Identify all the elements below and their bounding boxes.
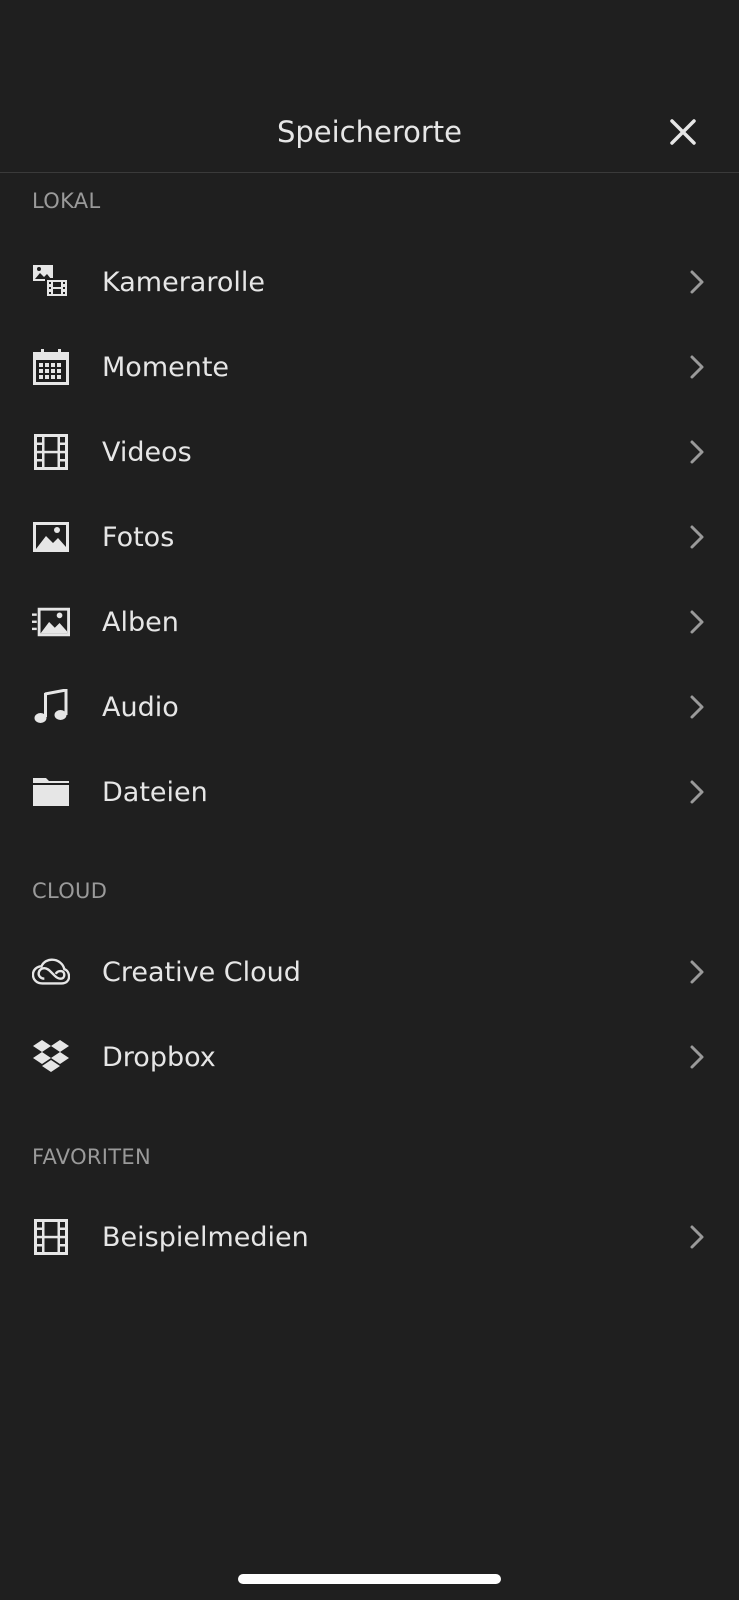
location-item-label: Audio xyxy=(102,691,179,723)
chevron-right-icon xyxy=(687,1222,707,1252)
close-icon xyxy=(670,119,696,145)
creative-cloud-icon xyxy=(32,953,70,991)
calendar-icon xyxy=(32,348,70,386)
home-indicator[interactable] xyxy=(238,1574,501,1584)
chevron-right-icon xyxy=(687,692,707,722)
location-item-label: Momente xyxy=(102,351,230,383)
close-button[interactable] xyxy=(663,112,703,152)
location-item-momente[interactable]: Momente xyxy=(0,324,739,410)
film-icon xyxy=(32,1218,70,1256)
location-item-label: Fotos xyxy=(102,521,175,553)
section-label-lokal: LOKAL xyxy=(32,189,101,213)
location-item-label: Alben xyxy=(102,606,179,638)
music-note-icon xyxy=(32,688,70,726)
chevron-right-icon xyxy=(687,777,707,807)
location-item-beispielmedien[interactable]: Beispielmedien xyxy=(0,1194,739,1280)
location-item-dropbox[interactable]: Dropbox xyxy=(0,1014,739,1100)
location-item-label: Videos xyxy=(102,436,192,468)
location-item-label: Dateien xyxy=(102,776,208,808)
chevron-right-icon xyxy=(687,522,707,552)
location-item-audio[interactable]: Audio xyxy=(0,664,739,750)
dropbox-icon xyxy=(32,1038,70,1076)
folder-icon xyxy=(32,773,70,811)
location-item-label: Creative Cloud xyxy=(102,956,301,988)
location-item-fotos[interactable]: Fotos xyxy=(0,494,739,580)
page-title: Speicherorte xyxy=(276,115,463,149)
location-item-creative-cloud[interactable]: Creative Cloud xyxy=(0,929,739,1015)
section-label-favoriten: FAVORITEN xyxy=(32,1145,151,1169)
camera-roll-icon xyxy=(32,263,70,301)
location-item-kamerarolle[interactable]: Kamerarolle xyxy=(0,239,739,325)
chevron-right-icon xyxy=(687,957,707,987)
location-item-label: Kamerarolle xyxy=(102,266,265,298)
chevron-right-icon xyxy=(687,1042,707,1072)
location-item-dateien[interactable]: Dateien xyxy=(0,749,739,835)
chevron-right-icon xyxy=(687,437,707,467)
location-item-videos[interactable]: Videos xyxy=(0,409,739,495)
photo-icon xyxy=(32,518,70,556)
film-icon xyxy=(32,433,70,471)
chevron-right-icon xyxy=(687,267,707,297)
header: Speicherorte xyxy=(0,0,739,173)
chevron-right-icon xyxy=(687,352,707,382)
location-item-label: Dropbox xyxy=(102,1041,216,1073)
album-icon xyxy=(32,603,70,641)
location-item-label: Beispielmedien xyxy=(102,1221,309,1253)
location-item-alben[interactable]: Alben xyxy=(0,579,739,665)
chevron-right-icon xyxy=(687,607,707,637)
section-label-cloud: CLOUD xyxy=(32,879,108,903)
